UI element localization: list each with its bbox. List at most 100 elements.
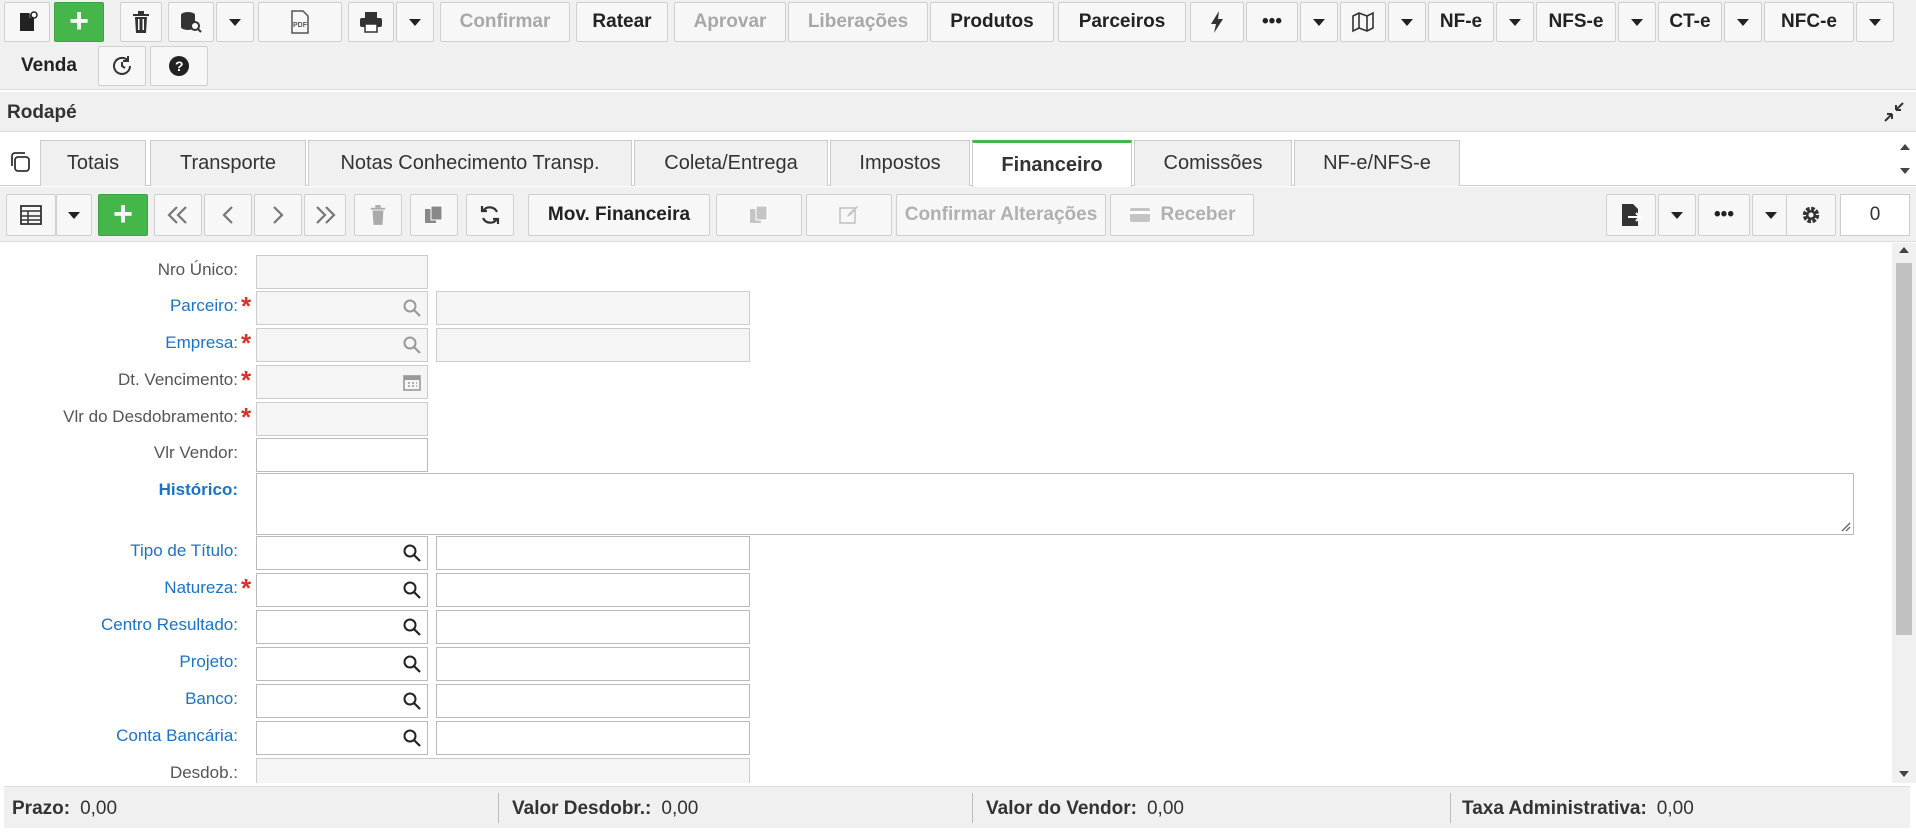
vlr-vendor-field[interactable]: [256, 438, 428, 472]
tab-comissoes[interactable]: Comissões: [1134, 140, 1292, 186]
nfe-button[interactable]: NF-e: [1428, 2, 1494, 42]
historico-textarea[interactable]: [256, 473, 1854, 535]
map-button[interactable]: [1340, 2, 1386, 42]
resize-handle-icon[interactable]: [1839, 520, 1851, 532]
footer-divider: [1450, 793, 1451, 823]
aprovar-button[interactable]: Aprovar: [674, 2, 786, 42]
database-search-dropdown[interactable]: [216, 2, 254, 42]
tab-totais[interactable]: Totais: [40, 140, 146, 186]
produtos-button[interactable]: Produtos: [930, 2, 1054, 42]
copy-icon[interactable]: [8, 150, 32, 174]
edit-button[interactable]: [806, 194, 892, 236]
database-search-button[interactable]: [168, 2, 214, 42]
conta-bancaria-field[interactable]: [256, 721, 428, 755]
receber-button[interactable]: Receber: [1110, 194, 1254, 236]
next-record-button[interactable]: [254, 194, 302, 236]
nfce-button[interactable]: NFC-e: [1764, 2, 1854, 42]
record-counter[interactable]: 0: [1840, 194, 1910, 236]
copy-disabled-button[interactable]: [716, 194, 802, 236]
projeto-label: Projeto:: [179, 652, 238, 671]
add-record-button[interactable]: +: [98, 194, 148, 236]
grid-view-dropdown[interactable]: [56, 194, 92, 236]
collapse-icon[interactable]: [1884, 102, 1904, 122]
valor-desdobr-value: 0,00: [661, 798, 699, 819]
more-dropdown[interactable]: [1300, 2, 1338, 42]
nfce-dropdown[interactable]: [1856, 2, 1894, 42]
refresh-button[interactable]: [466, 194, 514, 236]
venda-button[interactable]: Venda: [4, 46, 94, 86]
prev-record-button[interactable]: [204, 194, 252, 236]
grid-more-button[interactable]: •••: [1698, 194, 1750, 236]
search-icon[interactable]: [403, 299, 421, 317]
search-icon[interactable]: [403, 692, 421, 710]
tab-financeiro[interactable]: Financeiro: [972, 140, 1132, 187]
refresh-clock-button[interactable]: [98, 46, 146, 86]
delete-record-button[interactable]: [354, 194, 402, 236]
export-dropdown[interactable]: [1658, 194, 1696, 236]
search-icon[interactable]: [403, 581, 421, 599]
grid-more-dropdown[interactable]: [1752, 194, 1790, 236]
print-dropdown[interactable]: [396, 2, 434, 42]
empresa-field[interactable]: [256, 328, 428, 362]
tab-transporte[interactable]: Transporte: [150, 140, 306, 186]
help-button[interactable]: ?: [150, 46, 208, 86]
more-button[interactable]: •••: [1246, 2, 1298, 42]
print-button[interactable]: [348, 2, 394, 42]
tab-nfe-nfse[interactable]: NF-e/NFS-e: [1294, 140, 1460, 186]
cte-button[interactable]: CT-e: [1658, 2, 1722, 42]
scroll-down-icon[interactable]: [1899, 771, 1909, 777]
refresh-icon: [480, 206, 500, 224]
map-dropdown[interactable]: [1388, 2, 1426, 42]
search-icon[interactable]: [403, 544, 421, 562]
nfse-dropdown[interactable]: [1618, 2, 1656, 42]
tipo-titulo-field[interactable]: [256, 536, 428, 570]
nro-unico-field[interactable]: [256, 255, 428, 289]
tab-coleta-entrega[interactable]: Coleta/Entrega: [634, 140, 828, 186]
row-desdob: Desdob.:: [0, 756, 1880, 783]
receber-label: Receber: [1160, 204, 1236, 225]
search-icon[interactable]: [403, 729, 421, 747]
vlr-desdobramento-field[interactable]: [256, 402, 428, 436]
first-record-button[interactable]: [154, 194, 202, 236]
delete-button[interactable]: [120, 2, 162, 42]
new-document-button[interactable]: [4, 2, 50, 42]
prazo-label: Prazo:: [12, 798, 71, 819]
pdf-button[interactable]: PDF: [258, 2, 342, 42]
form-scrollbar[interactable]: [1892, 243, 1916, 783]
tabs-scroll-up[interactable]: [1898, 140, 1912, 154]
nfse-button[interactable]: NFS-e: [1536, 2, 1616, 42]
nfe-dropdown[interactable]: [1496, 2, 1534, 42]
add-button[interactable]: +: [54, 2, 104, 42]
desdob-field[interactable]: [256, 758, 750, 783]
confirmar-button[interactable]: Confirmar: [440, 2, 570, 42]
cte-dropdown[interactable]: [1724, 2, 1762, 42]
duplicate-record-button[interactable]: [410, 194, 458, 236]
tabs-scroll-down[interactable]: [1898, 164, 1912, 178]
banco-field[interactable]: [256, 684, 428, 718]
parceiro-field[interactable]: [256, 291, 428, 325]
actions-button[interactable]: [1190, 2, 1244, 42]
tab-notas-conhecimento[interactable]: Notas Conhecimento Transp.: [308, 140, 632, 186]
search-icon[interactable]: [403, 336, 421, 354]
last-record-button[interactable]: [304, 194, 346, 236]
export-button[interactable]: [1606, 194, 1656, 236]
scroll-up-icon[interactable]: [1899, 247, 1909, 253]
projeto-field[interactable]: [256, 647, 428, 681]
required-mark: *: [241, 291, 252, 321]
row-banco: Banco:: [0, 682, 1880, 718]
confirmar-alteracoes-button[interactable]: Confirmar Alterações: [896, 194, 1106, 236]
centro-resultado-field[interactable]: [256, 610, 428, 644]
search-icon[interactable]: [403, 618, 421, 636]
grid-view-button[interactable]: [6, 194, 56, 236]
calendar-icon[interactable]: [403, 373, 421, 391]
settings-button[interactable]: [1786, 194, 1836, 236]
ratear-button[interactable]: Ratear: [576, 2, 668, 42]
liberacoes-button[interactable]: Liberações: [788, 2, 928, 42]
tab-impostos[interactable]: Impostos: [830, 140, 970, 186]
search-icon[interactable]: [403, 655, 421, 673]
dt-vencimento-field[interactable]: [256, 365, 428, 399]
natureza-field[interactable]: [256, 573, 428, 607]
scrollbar-thumb[interactable]: [1896, 263, 1912, 635]
mov-financeira-button[interactable]: Mov. Financeira: [528, 194, 710, 236]
parceiros-button[interactable]: Parceiros: [1058, 2, 1186, 42]
